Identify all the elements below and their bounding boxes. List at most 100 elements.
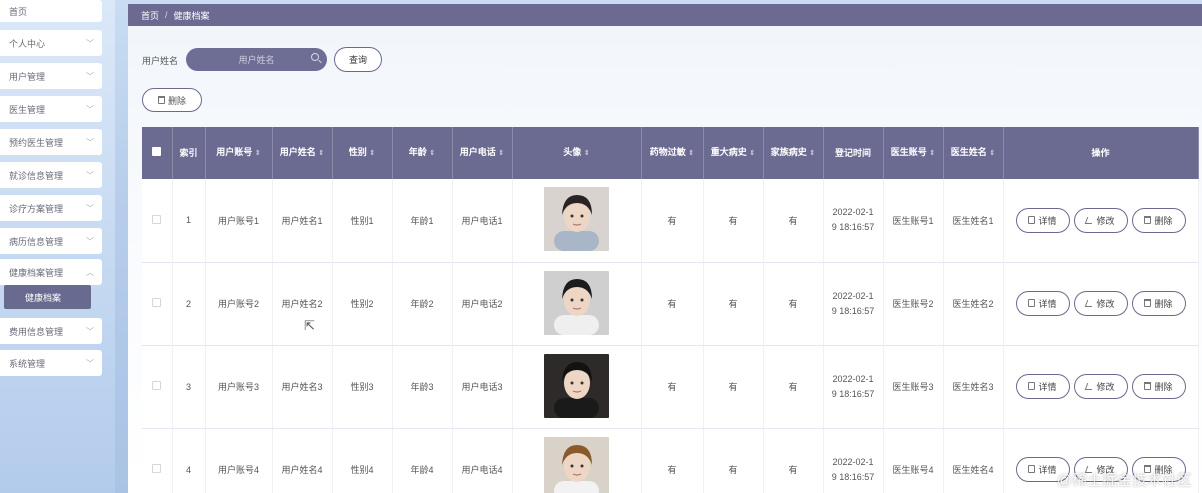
header-select-all[interactable] (142, 127, 173, 179)
sort-icon[interactable]: ⇕ (809, 150, 815, 157)
row-select-cell (142, 428, 173, 493)
sidebar-item-medical-record[interactable]: 病历信息管理 ﹀ (0, 228, 102, 254)
sidebar-item-label: 健康档案管理 (9, 267, 64, 278)
chevron-down-icon: ﹀ (86, 71, 94, 81)
sidebar-item-system-management[interactable]: 系统管理 ﹀ (0, 350, 102, 376)
edit-button-label: 修改 (1096, 216, 1115, 226)
breadcrumb-separator: / (165, 10, 168, 20)
chevron-down-icon: ﹀ (86, 137, 94, 147)
major-history-cell: 有 (703, 428, 764, 493)
table-header-cell[interactable]: 性别 ⇕ (332, 127, 393, 179)
header-label: 医生姓名 (950, 147, 987, 157)
table-header-cell: 登记时间 (823, 127, 884, 179)
allergy-cell: 有 (641, 179, 704, 263)
row-checkbox[interactable] (152, 214, 162, 224)
account-cell: 用户账号4 (205, 428, 273, 493)
table-header-cell[interactable]: 用户姓名 ⇕ (272, 127, 333, 179)
detail-button[interactable]: 详情 (1015, 207, 1070, 233)
table-header-row: 索引 用户账号 ⇕ 用户姓名 ⇕ 性别 ⇕ 年龄 ⇕ 用户电话 ⇕ 头像 ⇕ 药物过敏 ⇕ 重大… (142, 127, 1199, 179)
index-cell: 4 (172, 428, 206, 493)
account-cell: 用户账号3 (205, 345, 273, 429)
sidebar-item-user-management[interactable]: 用户管理 ﹀ (0, 63, 102, 89)
sort-icon[interactable]: ⇕ (369, 150, 375, 157)
delete-button[interactable]: 删除 (1131, 290, 1186, 316)
chevron-down-icon: ﹀ (86, 203, 94, 213)
register-time-line2: 9 18:16:57 (831, 388, 875, 399)
register-time-line2: 9 18:16:57 (831, 222, 875, 233)
edit-icon (1085, 383, 1095, 391)
index-cell: 2 (172, 262, 206, 346)
sort-icon[interactable]: ⇕ (318, 150, 324, 157)
edit-button[interactable]: 修改 (1073, 374, 1128, 400)
sidebar-item-health-record-management[interactable]: 健康档案管理 ︿ (0, 259, 102, 285)
table-header-cell: 索引 (172, 127, 206, 179)
row-checkbox[interactable] (152, 298, 162, 307)
avatar (544, 270, 609, 335)
account-cell: 用户账号2 (205, 262, 273, 346)
register-time-line2: 9 18:16:57 (831, 471, 875, 482)
sort-icon[interactable]: ⇕ (584, 150, 590, 157)
delete-button[interactable]: 删除 (1131, 207, 1186, 233)
edit-button[interactable]: 修改 (1073, 208, 1128, 233)
sidebar-subitem-health-record[interactable]: 健康档案 (4, 285, 91, 309)
row-checkbox[interactable] (152, 381, 162, 390)
table-header-cell[interactable]: 药物过敏 ⇕ (641, 127, 704, 179)
sort-icon[interactable]: ⇕ (989, 150, 995, 157)
header-label: 头像 (563, 147, 582, 157)
select-all-checkbox[interactable] (152, 147, 162, 156)
table-header-cell[interactable]: 用户账号 ⇕ (205, 127, 273, 179)
gender-cell: 性别1 (332, 179, 393, 263)
search-input[interactable]: 用户姓名 (186, 48, 327, 71)
sort-icon[interactable]: ⇕ (429, 150, 435, 157)
detail-button-label: 详情 (1038, 381, 1057, 392)
table-header-cell[interactable]: 头像 ⇕ (512, 127, 642, 179)
table-header-cell[interactable]: 家族病史 ⇕ (763, 127, 824, 179)
batch-delete-button[interactable]: 删除 (142, 88, 202, 112)
sidebar-item-fee-management[interactable]: 费用信息管理 ﹀ (0, 318, 102, 344)
table-header-cell[interactable]: 医生姓名 ⇕ (943, 127, 1004, 179)
header-label: 用户电话 (459, 147, 496, 157)
gender-cell: 性别3 (332, 345, 393, 429)
age-cell: 年龄3 (392, 345, 453, 429)
row-checkbox[interactable] (152, 464, 162, 473)
detail-button[interactable]: 详情 (1015, 290, 1070, 316)
register-time-line2: 9 18:16:57 (831, 305, 875, 316)
table-header-cell[interactable]: 用户电话 ⇕ (452, 127, 513, 179)
table-row: 1 用户账号1 用户姓名1 性别1 年龄1 用户电话1 有有有 2022-02-1 9 18:1… (142, 179, 1199, 263)
allergy-cell: 有 (641, 345, 704, 429)
phone-cell: 用户电话2 (452, 262, 513, 346)
sidebar-item-visit-management[interactable]: 就诊信息管理 ﹀ (0, 162, 102, 188)
search-icon (311, 53, 319, 61)
register-time-cell: 2022-02-1 9 18:16:57 (823, 345, 884, 429)
table-header-cell[interactable]: 重大病史 ⇕ (703, 127, 764, 179)
chevron-up-icon: ︿ (86, 267, 94, 277)
main-content: 用户姓名 用户姓名 查询 删除 索引 用户账号 ⇕ 用户姓名 ⇕ 性别 ⇕ 年龄 ⇕ 用户… (128, 26, 1202, 493)
sort-icon[interactable]: ⇕ (498, 150, 504, 157)
sidebar-item-appointment-management[interactable]: 预约医生管理 ﹀ (0, 129, 102, 155)
sort-icon[interactable]: ⇕ (929, 150, 935, 157)
sort-icon[interactable]: ⇕ (255, 150, 261, 157)
sort-icon[interactable]: ⇕ (749, 150, 755, 157)
breadcrumb-home[interactable]: 首页 (141, 9, 159, 22)
sidebar-item-doctor-management[interactable]: 医生管理 ﹀ (0, 96, 102, 122)
sidebar-item-treatment-plan[interactable]: 诊疗方案管理 ﹀ (0, 195, 102, 221)
name-cell: 用户姓名2 (272, 262, 333, 346)
detail-button-label: 详情 (1038, 464, 1057, 475)
edit-button[interactable]: 修改 (1073, 291, 1128, 317)
detail-button[interactable]: 详情 (1015, 373, 1070, 399)
chevron-down-icon: ﹀ (86, 326, 94, 336)
header-label: 用户账号 (216, 147, 253, 157)
delete-button[interactable]: 删除 (1131, 373, 1186, 399)
sort-icon[interactable]: ⇕ (688, 150, 694, 157)
query-button[interactable]: 查询 (334, 47, 382, 72)
sidebar-item-personal-center[interactable]: 个人中心 ﹀ (0, 30, 102, 56)
account-cell: 用户账号1 (205, 179, 273, 263)
detail-button-label: 详情 (1038, 298, 1057, 309)
edit-icon (1085, 300, 1095, 308)
table-header-cell[interactable]: 医生账号 ⇕ (883, 127, 944, 179)
header-label: 操作 (1091, 148, 1110, 158)
table-header-cell[interactable]: 年龄 ⇕ (392, 127, 453, 179)
breadcrumb-current: 健康档案 (173, 10, 210, 21)
sidebar-item-label: 诊疗方案管理 (9, 203, 64, 214)
sidebar-item-home[interactable]: 首页 (0, 0, 102, 22)
